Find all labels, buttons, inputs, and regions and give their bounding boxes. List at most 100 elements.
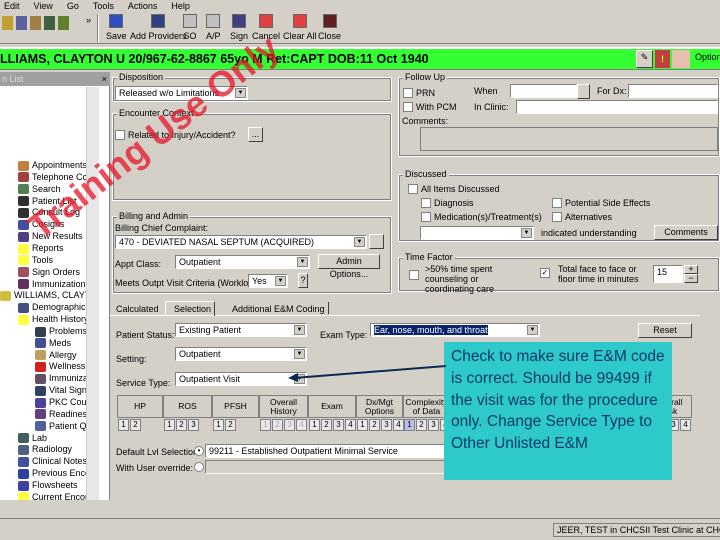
level-button[interactable]: 4 xyxy=(680,419,691,431)
injury-more-button[interactable]: ... xyxy=(248,127,263,142)
pcm-checkbox[interactable] xyxy=(403,102,413,112)
tree-item[interactable]: Sign Orders xyxy=(18,266,80,278)
tree-item[interactable]: Reports xyxy=(18,242,64,254)
medication-checkbox[interactable] xyxy=(421,212,431,222)
edit-icon[interactable]: ✎ xyxy=(636,50,653,68)
tree-item[interactable]: Vital Signs Fo xyxy=(35,384,86,396)
tree-item[interactable]: Tools xyxy=(18,254,53,266)
level-button[interactable]: 2 xyxy=(225,419,236,431)
level-button[interactable]: 3 xyxy=(333,419,344,431)
when-button[interactable] xyxy=(577,84,590,99)
meets-select[interactable]: Yes ▼ xyxy=(248,274,288,288)
level-button[interactable]: 1 xyxy=(213,419,224,431)
tree-item[interactable]: Previous Encounters xyxy=(18,467,86,479)
disposition-select[interactable]: Released w/o Limitations ▼ xyxy=(115,86,248,100)
person-icon[interactable] xyxy=(672,50,690,68)
minutes-input[interactable]: 15 xyxy=(653,265,683,283)
menu-go[interactable]: Go xyxy=(67,1,79,11)
complaint-select[interactable]: 470 - DEVIATED NASAL SEPTUM (ACQUIRED) ▼ xyxy=(115,235,367,249)
level-button[interactable]: 4 xyxy=(296,419,307,431)
tree-item[interactable]: Demographics xyxy=(18,301,86,313)
tree-item[interactable]: Consult Log xyxy=(18,206,80,219)
menu-view[interactable]: View xyxy=(34,1,53,11)
tree-item[interactable]: Current Encounter xyxy=(18,491,86,500)
when-input[interactable] xyxy=(510,84,577,98)
tab-selection[interactable]: Selection xyxy=(165,301,215,316)
toolbar-cancel-button[interactable]: Cancel xyxy=(252,14,280,41)
tree-item[interactable]: Cosigns xyxy=(18,218,65,230)
level-button[interactable]: 1 xyxy=(309,419,320,431)
sidebar-scrollbar[interactable] xyxy=(86,87,99,500)
tree-item[interactable]: Search xyxy=(18,183,61,195)
tree-item[interactable]: Patient Questionnaire xyxy=(35,420,86,432)
level-button[interactable]: 1 xyxy=(404,419,415,431)
tree-item[interactable]: Health History xyxy=(18,313,86,325)
more-button[interactable]: » xyxy=(86,15,91,25)
level-button[interactable]: 3 xyxy=(381,419,392,431)
tab-calculated[interactable]: Calculated xyxy=(116,304,159,314)
options-button[interactable]: Options xyxy=(695,52,720,62)
tree-item[interactable]: PKC Couplers xyxy=(35,396,86,408)
understanding-select[interactable]: ▼ xyxy=(420,226,534,240)
tree-item[interactable]: Clinical Notes xyxy=(18,455,86,467)
level-button[interactable]: 3 xyxy=(428,419,439,431)
level-button[interactable]: 1 xyxy=(260,419,271,431)
menu-actions[interactable]: Actions xyxy=(128,1,158,11)
level-button[interactable]: 4 xyxy=(345,419,356,431)
level-button[interactable]: 2 xyxy=(272,419,283,431)
level-button[interactable]: 3 xyxy=(284,419,295,431)
tree-item[interactable]: Immunizations Act xyxy=(18,278,86,290)
level-button[interactable]: 2 xyxy=(416,419,427,431)
exam-type-select[interactable]: Ear, nose, mouth, and throat ▼ xyxy=(370,323,540,337)
level-button[interactable]: 2 xyxy=(369,419,380,431)
level-button[interactable]: 3 xyxy=(188,419,199,431)
menu-tools[interactable]: Tools xyxy=(93,1,114,11)
alert-icon[interactable]: ! xyxy=(655,50,670,68)
for-dx-input[interactable] xyxy=(628,84,718,98)
tree-item[interactable]: Readiness xyxy=(35,408,86,420)
tree-item[interactable]: Meds xyxy=(35,337,71,349)
tree-item[interactable]: Flowsheets xyxy=(18,479,78,491)
meets-help-button[interactable]: ? xyxy=(298,273,308,288)
level-button[interactable]: 2 xyxy=(176,419,187,431)
clinic-input[interactable] xyxy=(516,100,718,114)
alternatives-checkbox[interactable] xyxy=(552,212,562,222)
tree-item[interactable]: New Results xyxy=(18,230,83,242)
default-level-radio[interactable]: • xyxy=(194,446,204,456)
complaint-button[interactable] xyxy=(369,234,384,249)
toolbar-add-providers-button[interactable]: Add Providers xyxy=(130,14,187,41)
counsel-checkbox[interactable] xyxy=(409,270,419,280)
tree-item[interactable]: Lab xyxy=(18,432,47,444)
discussed-comments-button[interactable]: Comments xyxy=(654,225,718,240)
followup-comments[interactable] xyxy=(420,127,718,151)
toolbar-clear-all-button[interactable]: Clear All xyxy=(283,14,317,41)
menu-edit[interactable]: Edit xyxy=(4,1,20,11)
level-button[interactable]: 4 xyxy=(393,419,404,431)
toolbar-close-button[interactable]: Close xyxy=(318,14,341,41)
appt-select[interactable]: Outpatient ▼ xyxy=(175,255,310,269)
tree-item[interactable]: Wellness xyxy=(35,360,85,373)
toolbar-so-button[interactable]: SO xyxy=(183,14,197,41)
setting-select[interactable]: Outpatient ▼ xyxy=(175,347,307,361)
override-radio[interactable] xyxy=(194,462,204,472)
tree-item[interactable]: Appointments xyxy=(18,159,86,171)
tree-item[interactable]: Problems xyxy=(35,325,86,337)
tree-item[interactable]: Radiology xyxy=(18,443,72,456)
admin-options-button[interactable]: Admin Options... xyxy=(318,254,380,279)
level-button[interactable]: 2 xyxy=(321,419,332,431)
tab-additional-em[interactable]: Additional E&M Coding xyxy=(232,304,325,314)
toolbar-save-button[interactable]: Save xyxy=(106,14,127,41)
tree-item[interactable]: Telephone Consult xyxy=(18,171,86,183)
level-button[interactable]: 1 xyxy=(357,419,368,431)
patient-status-select[interactable]: Existing Patient ▼ xyxy=(175,323,307,337)
tree-item[interactable]: Immunizations xyxy=(35,372,86,384)
prn-checkbox[interactable] xyxy=(403,88,413,98)
diagnosis-checkbox[interactable] xyxy=(421,198,431,208)
nav-icons[interactable] xyxy=(2,16,80,30)
override-field[interactable] xyxy=(205,460,450,474)
level-button[interactable]: 2 xyxy=(130,419,141,431)
injury-checkbox[interactable] xyxy=(115,130,125,140)
close-icon[interactable]: × xyxy=(102,72,107,86)
level-button[interactable]: 1 xyxy=(118,419,129,431)
tree-item[interactable]: WILLIAMS, CLAYTON xyxy=(0,289,86,301)
